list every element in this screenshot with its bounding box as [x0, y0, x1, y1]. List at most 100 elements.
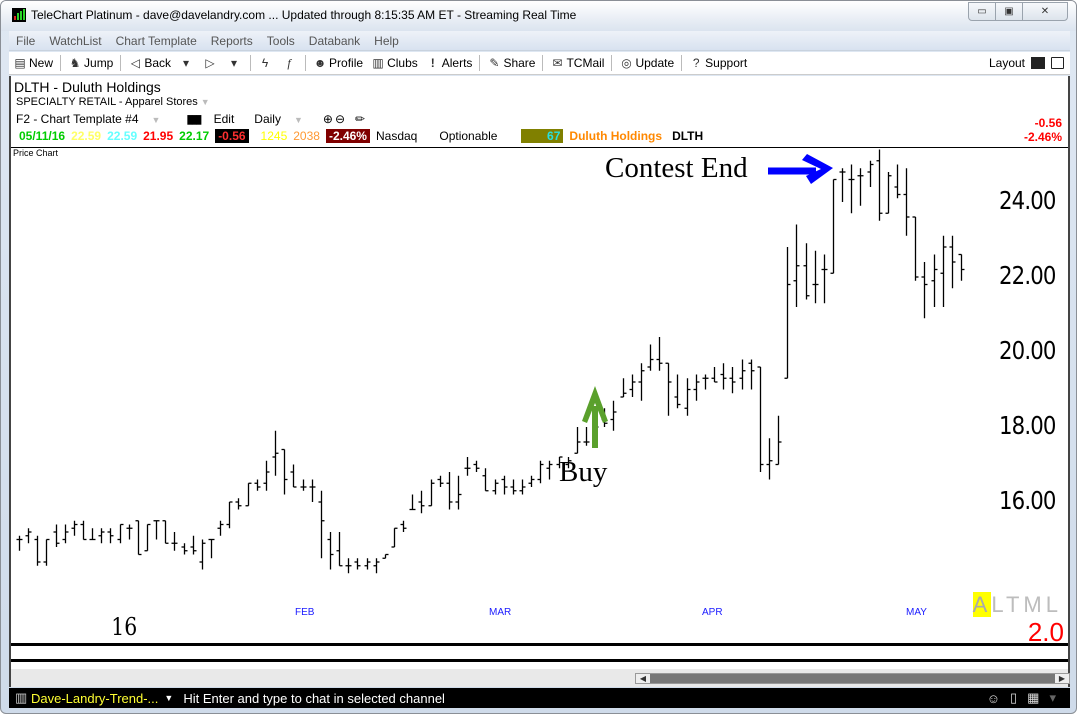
channel-selector[interactable]: Dave-Landry-Trend-... [31, 691, 158, 706]
ohlc-bar [345, 558, 352, 574]
ohlc-bar [501, 475, 508, 495]
ohlc-bar [574, 427, 581, 454]
ohlc-bar [16, 535, 23, 551]
horizontal-scrollbar[interactable]: ◀ ▶ [635, 673, 1070, 684]
ohlc-bar [784, 247, 791, 379]
ohlc-bar [940, 235, 947, 307]
maximize-icon[interactable]: ▣ [996, 3, 1023, 20]
menu-file[interactable]: File [9, 34, 42, 48]
scroll-right-icon[interactable]: ▶ [1055, 674, 1069, 683]
ohlc-bar [318, 490, 325, 559]
function-icon: f [287, 56, 291, 70]
ohlc-bar [80, 520, 87, 541]
forward-dropdown[interactable]: ▾ [223, 53, 247, 73]
chevron-down-icon[interactable]: ▼ [164, 693, 173, 703]
formula-button[interactable]: f [278, 53, 302, 73]
altml-option[interactable]: L [1046, 592, 1062, 617]
ohlc-bar [464, 457, 471, 476]
menu-bar: File WatchList Chart Template Reports To… [9, 31, 1070, 51]
clubs-button[interactable]: ▥ Clubs [367, 53, 422, 73]
altml-option[interactable]: L [991, 592, 1006, 617]
grid-icon[interactable]: ▦ [1027, 690, 1039, 706]
menu-tools[interactable]: Tools [260, 34, 302, 48]
ohlc-bar [455, 475, 462, 510]
ohlc-bar [144, 523, 151, 552]
altml-option[interactable]: M [1023, 592, 1045, 617]
y-tick-label: 24.00 [999, 186, 1056, 215]
y-tick-label: 22.00 [999, 261, 1056, 290]
toolbar-separator [479, 55, 481, 71]
ohlc-bar [757, 366, 764, 472]
ohlc-bar [830, 178, 837, 274]
layout-label[interactable]: Layout [989, 56, 1025, 70]
ohlc-bar [610, 400, 617, 431]
chevron-down-icon[interactable]: ▾ [1049, 690, 1056, 706]
layout-grid-icon[interactable] [1031, 57, 1045, 69]
price-chart[interactable] [11, 76, 1072, 687]
menu-databank[interactable]: Databank [302, 34, 367, 48]
share-icon: ✎ [489, 56, 500, 70]
back-arrow-icon: ◁ [130, 56, 140, 70]
menu-reports[interactable]: Reports [204, 34, 260, 48]
back-dropdown[interactable]: ▾ [175, 53, 199, 73]
chat-input-hint[interactable]: Hit Enter and type to chat in selected c… [183, 691, 445, 706]
ohlc-bar [263, 460, 270, 491]
menu-chart-template[interactable]: Chart Template [109, 34, 204, 48]
app-window: TeleChart Platinum - dave@davelandry.com… [0, 0, 1077, 714]
support-button[interactable]: ? Support [685, 53, 751, 73]
menu-watchlist[interactable]: WatchList [42, 34, 108, 48]
ohlc-bar [418, 490, 425, 514]
ohlc-bar [290, 464, 297, 488]
ohlc-bar [674, 374, 681, 409]
toolbar-separator [611, 55, 613, 71]
forward-button[interactable]: ▷ [199, 53, 223, 73]
restore-window-icon[interactable] [1051, 57, 1064, 69]
x-month-label: APR [702, 607, 723, 618]
share-button[interactable]: ✎ Share [483, 53, 539, 73]
tcmail-button[interactable]: ✉ TCMail [546, 53, 608, 73]
altml-option[interactable]: A [972, 592, 992, 617]
ohlc-bar [665, 362, 672, 416]
jump-label: Jump [84, 56, 114, 70]
profile-button[interactable]: ☻ Profile [309, 53, 367, 73]
ohlc-bar [126, 524, 133, 540]
clubs-icon: ▥ [372, 56, 384, 70]
mail-icon: ✉ [552, 56, 563, 70]
ohlc-bar [364, 558, 371, 570]
ohlc-bar [327, 532, 334, 570]
update-icon: ◎ [621, 56, 632, 70]
ohlc-bar [793, 224, 800, 307]
new-button[interactable]: ▤ New [9, 53, 57, 73]
ohlc-bar [107, 528, 114, 544]
altml-option[interactable]: T [1006, 592, 1023, 617]
ohlc-bar [473, 460, 480, 472]
document-icon[interactable]: ▯ [1010, 690, 1017, 706]
ohlc-bar [647, 344, 654, 371]
alerts-button[interactable]: ! Alerts [422, 53, 477, 73]
menu-help[interactable]: Help [367, 34, 406, 48]
back-button[interactable]: ◁ Back [124, 53, 175, 73]
alert-icon: ! [430, 56, 435, 70]
forward-arrow-icon: ▷ [205, 56, 215, 70]
ohlc-bar [336, 532, 343, 567]
close-icon[interactable]: ✕ [1023, 3, 1067, 20]
update-button[interactable]: ◎ Update [615, 53, 678, 73]
ohlc-bar [43, 538, 50, 566]
app-logo-icon [12, 8, 26, 22]
ohlc-bar [226, 501, 233, 529]
ohlc-bar [235, 498, 242, 510]
scroll-left-icon[interactable]: ◀ [636, 674, 650, 683]
ohlc-bar [25, 528, 32, 544]
pane-separator[interactable] [11, 659, 1068, 662]
ohlc-bar [803, 243, 810, 300]
minimize-icon[interactable]: ▭ [969, 3, 996, 20]
ohlc-bar [620, 378, 627, 398]
ohlc-bar [949, 235, 956, 289]
lightning-button[interactable]: ϟ [254, 53, 278, 73]
window-controls: ▭ ▣ ✕ [968, 2, 1068, 21]
jump-button[interactable]: ♞ Jump [64, 53, 117, 73]
pane-separator[interactable] [11, 643, 1068, 646]
ohlc-bar [208, 538, 215, 559]
smiley-icon[interactable]: ☺ [987, 691, 1000, 706]
x-month-label: MAR [489, 607, 512, 618]
